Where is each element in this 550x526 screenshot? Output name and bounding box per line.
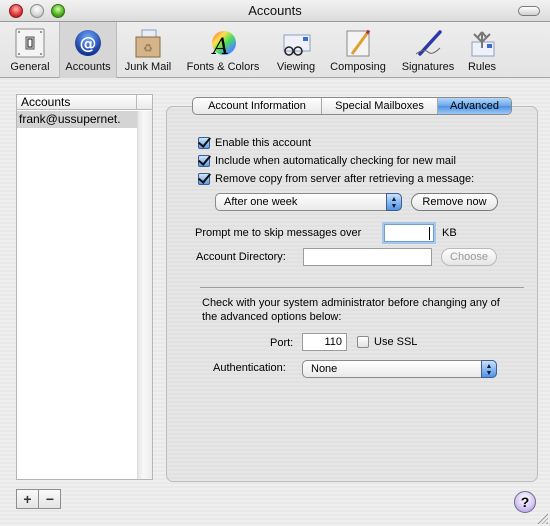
choose-button[interactable]: Choose (441, 248, 497, 266)
zoom-window-button[interactable] (51, 4, 65, 18)
remove-when-popup[interactable]: After one week ▲ ▼ (215, 193, 402, 211)
table-header-corner (137, 95, 152, 110)
minimize-window-button[interactable] (30, 4, 44, 18)
arrows-envelope-icon (471, 31, 495, 57)
toolbar-item-junk-mail[interactable]: ♻ Junk Mail (120, 22, 176, 78)
include-auto-check-checkbox[interactable] (198, 155, 210, 167)
accounts-preferences-window: Accounts General @ Accounts ♻ Junk Mail … (0, 0, 550, 526)
toolbar-item-label: Rules (467, 61, 497, 73)
toolbar-item-rules[interactable]: Rules (463, 22, 501, 78)
accounts-table: Accounts frank@ussupernet. (16, 94, 153, 480)
window-title: Accounts (248, 3, 302, 18)
preferences-toolbar: General @ Accounts ♻ Junk Mail A Fonts &… (0, 22, 550, 78)
light-switch-icon (15, 28, 45, 58)
recycle-box-icon: ♻ (135, 29, 161, 58)
resize-grip-icon[interactable] (537, 513, 548, 524)
title-bar: Accounts (0, 0, 550, 22)
accounts-column-header[interactable]: Accounts (17, 95, 137, 110)
enable-account-label: Enable this account (215, 137, 312, 149)
authentication-label: Authentication: (213, 362, 286, 374)
close-window-button[interactable] (9, 4, 23, 18)
svg-text:@: @ (80, 34, 97, 54)
pencil-paper-icon (346, 29, 371, 57)
toolbar-item-signatures[interactable]: Signatures (396, 22, 460, 78)
toolbar-toggle-button[interactable] (518, 6, 540, 16)
account-row-selected[interactable]: frank@ussupernet. (17, 111, 137, 128)
toolbar-item-viewing[interactable]: Viewing (270, 22, 322, 78)
add-remove-account-buttons: + − (16, 489, 61, 509)
fountain-pen-icon (415, 30, 442, 56)
toolbar-item-label: Signatures (401, 61, 455, 73)
color-wheel-font-icon: A (211, 31, 236, 58)
toolbar-item-label: Viewing (276, 61, 316, 73)
toolbar-item-fonts-colors[interactable]: A Fonts & Colors (180, 22, 266, 78)
toolbar-item-label: General (10, 61, 50, 73)
remove-account-button[interactable]: − (39, 490, 61, 508)
port-input[interactable]: 110 (302, 333, 347, 351)
toolbar-item-general[interactable]: General (4, 22, 56, 78)
tab-advanced[interactable]: Advanced (438, 98, 511, 114)
remove-now-button[interactable]: Remove now (411, 193, 498, 211)
tab-account-information[interactable]: Account Information (193, 98, 322, 114)
popup-arrows-icon: ▲ ▼ (386, 193, 402, 211)
help-button[interactable]: ? (514, 491, 536, 513)
remove-copy-option[interactable]: Remove copy from server after retrieving… (198, 171, 474, 187)
include-auto-check-label: Include when automatically checking for … (215, 155, 456, 167)
toolbar-item-composing[interactable]: Composing (325, 22, 391, 78)
glasses-envelope-icon (283, 34, 311, 56)
skip-size-input[interactable] (384, 224, 434, 242)
warning-text-line2: the advanced options below: (202, 311, 342, 323)
prompt-skip-label: Prompt me to skip messages over (195, 227, 362, 239)
use-ssl-option[interactable]: Use SSL (357, 334, 417, 350)
kb-unit-label: KB (442, 227, 457, 239)
toolbar-item-label: Fonts & Colors (186, 61, 260, 73)
remove-copy-checkbox[interactable] (198, 173, 210, 185)
enable-account-option[interactable]: Enable this account (198, 135, 311, 151)
authentication-value: None (311, 363, 338, 375)
section-divider (200, 287, 524, 288)
svg-text:A: A (211, 35, 229, 58)
use-ssl-checkbox[interactable] (357, 336, 369, 348)
warning-text-line1: Check with your system administrator bef… (202, 297, 500, 309)
at-sign-icon: @ (75, 30, 101, 56)
text-caret (429, 227, 430, 240)
enable-account-checkbox[interactable] (198, 137, 210, 149)
toolbar-item-label: Junk Mail (124, 61, 172, 73)
authentication-popup[interactable]: None ▲ ▼ (302, 360, 497, 378)
account-directory-input[interactable] (303, 248, 432, 266)
tab-bar: Account Information Special Mailboxes Ad… (192, 97, 512, 115)
svg-text:♻: ♻ (143, 43, 153, 55)
include-auto-check-option[interactable]: Include when automatically checking for … (198, 153, 456, 169)
port-label: Port: (270, 337, 294, 349)
account-directory-label: Account Directory: (196, 251, 286, 263)
toolbar-item-accounts[interactable]: @ Accounts (59, 22, 117, 78)
remove-copy-label: Remove copy from server after retrieving… (215, 173, 475, 185)
add-account-button[interactable]: + (17, 490, 39, 508)
toolbar-item-label: Accounts (65, 61, 111, 73)
toolbar-item-label: Composing (330, 61, 386, 73)
remove-when-value: After one week (224, 196, 298, 208)
popup-arrows-icon: ▲ ▼ (481, 360, 497, 378)
accounts-scrollbar[interactable] (137, 111, 152, 479)
tab-special-mailboxes[interactable]: Special Mailboxes (322, 98, 438, 114)
use-ssl-label: Use SSL (374, 336, 418, 348)
